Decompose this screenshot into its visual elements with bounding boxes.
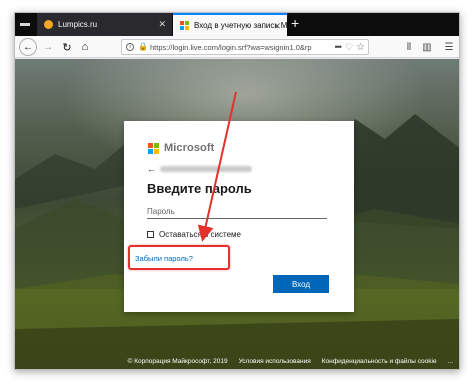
blurred-email: [160, 166, 252, 172]
url-text[interactable]: https://login.live.com/login.srf?wa=wsig…: [150, 43, 331, 52]
reload-button[interactable]: ↻: [58, 38, 76, 56]
home-button[interactable]: ⌂: [76, 38, 94, 56]
microsoft-brand: Microsoft: [148, 142, 214, 154]
close-tab-icon[interactable]: ✕: [273, 21, 281, 32]
browser-window: ▬ Lumpics.ru ✕ Вход в учетную запись Май…: [14, 12, 460, 370]
back-arrow-icon[interactable]: ←: [147, 164, 156, 174]
sidebar-icon[interactable]: ▥: [419, 39, 435, 55]
tab-title: Lumpics.ru: [58, 20, 98, 29]
keep-signed-in-label: Оставаться в системе: [159, 230, 241, 239]
tab-strip: ▬ Lumpics.ru ✕ Вход в учетную запись Май…: [15, 13, 459, 36]
copyright-text: © Корпорация Майкрософт, 2019: [127, 357, 228, 365]
keep-signed-in[interactable]: Оставаться в системе: [147, 230, 241, 239]
account-identity[interactable]: ←: [147, 164, 252, 174]
back-button[interactable]: ←: [19, 38, 37, 56]
page-footer: © Корпорация Майкрософт, 2019 Условия ис…: [15, 351, 459, 369]
login-card: Microsoft ← Введите пароль Оставаться в …: [124, 121, 354, 312]
forgot-password-link[interactable]: Забыли пароль?: [135, 254, 193, 263]
new-tab-button[interactable]: +: [291, 15, 299, 31]
microsoft-wordmark: Microsoft: [164, 142, 215, 154]
hamburger-menu-icon[interactable]: ☰: [441, 39, 457, 55]
microsoft-logo-icon: [148, 142, 159, 154]
footer-more-link[interactable]: ...: [448, 358, 453, 365]
keep-signed-in-checkbox[interactable]: [147, 231, 154, 238]
sign-in-button[interactable]: Вход: [273, 275, 329, 293]
lumpics-favicon-icon: [44, 20, 53, 29]
tab-microsoft-login[interactable]: Вход в учетную запись Майкро ✕: [173, 13, 287, 36]
page-content: Microsoft ← Введите пароль Оставаться в …: [15, 59, 459, 369]
bookmark-star-icon[interactable]: ☆: [356, 42, 365, 53]
close-tab-icon[interactable]: ✕: [158, 19, 166, 30]
password-field[interactable]: [147, 204, 327, 219]
lock-icon[interactable]: 🔒: [138, 43, 148, 51]
navigation-bar: ← → ↻ ⌂ i 🔒 https://login.live.com/login…: [15, 36, 459, 58]
highlight-frame: Забыли пароль?: [128, 245, 230, 270]
tab-list-icon[interactable]: ▬: [20, 18, 31, 30]
terms-link[interactable]: Условия использования: [239, 358, 311, 365]
page-actions-icon[interactable]: •••: [335, 42, 343, 52]
tab-lumpics[interactable]: Lumpics.ru ✕: [37, 13, 172, 36]
address-bar[interactable]: i 🔒 https://login.live.com/login.srf?wa=…: [121, 39, 369, 55]
site-info-icon[interactable]: i: [126, 43, 134, 51]
forward-button[interactable]: →: [39, 38, 57, 56]
microsoft-favicon-icon: [180, 21, 189, 30]
page-title: Введите пароль: [147, 181, 252, 196]
pocket-icon[interactable]: ♡: [345, 42, 353, 53]
library-icon[interactable]: ⫴: [401, 39, 417, 55]
privacy-link[interactable]: Конфиденциальность и файлы cookie: [322, 358, 437, 365]
